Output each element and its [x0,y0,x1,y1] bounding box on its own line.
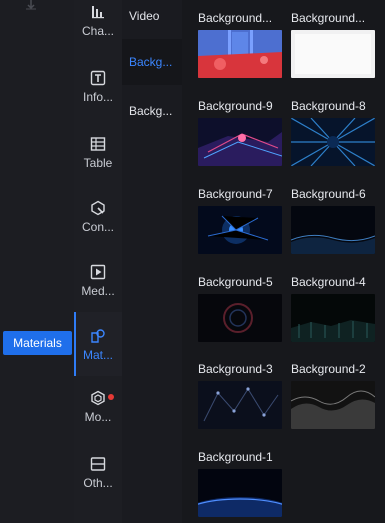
background-grid: Background... Background... Background-9… [182,0,385,523]
background-card[interactable]: Background-6 [291,186,375,254]
category-models[interactable]: Mo... [74,390,122,446]
card-thumbnail [291,294,375,342]
card-title: Background-1 [198,450,273,464]
card-title: Background-8 [291,99,366,113]
category-label: Mo... [84,410,112,424]
category-label: Table [83,156,113,170]
subcategory-backgrounds[interactable]: Backg... [122,39,182,85]
category-materials[interactable]: Mat... [74,312,122,376]
background-card[interactable]: Background-9 [198,98,282,166]
category-table[interactable]: Table [74,136,122,192]
card-title: Background-6 [291,187,366,201]
card-thumbnail [291,206,375,254]
card-thumbnail [198,118,282,166]
card-title: Background-3 [198,362,273,376]
category-controls[interactable]: Con... [74,200,122,256]
subcategory-backgrounds-2[interactable]: Backg... [122,88,182,134]
card-title: Background... [291,11,366,25]
category-label: Oth... [83,476,113,490]
subcategory-nav: Video Backg... Backg... [122,0,182,523]
media-icon [90,264,106,280]
left-rail: Materials [0,0,75,523]
materials-panel: Materials Cha... Info... Table Con... Me… [0,0,385,523]
table-icon [90,136,106,152]
category-info[interactable]: Info... [74,70,122,126]
background-card[interactable]: Background-5 [198,274,282,342]
card-thumbnail [198,294,282,342]
card-title: Background-5 [198,275,273,289]
background-card[interactable]: Background-2 [291,361,375,429]
card-thumbnail [198,30,282,78]
category-charts[interactable]: Cha... [74,4,122,60]
other-icon [90,456,106,472]
card-title: Background-4 [291,275,366,289]
materials-tooltip: Materials [3,331,72,355]
category-label: Mat... [82,348,113,362]
card-title: Background-7 [198,187,273,201]
background-card[interactable]: Background-3 [198,361,282,429]
chart-icon [90,4,106,20]
text-icon [90,70,106,86]
card-thumbnail [198,206,282,254]
card-title: Background-2 [291,362,366,376]
background-card[interactable]: Background-7 [198,186,282,254]
model-icon [90,390,106,406]
card-title: Background... [198,11,273,25]
background-card[interactable]: Background-8 [291,98,375,166]
category-label: Con... [81,220,114,234]
background-card[interactable]: Background-4 [291,274,375,342]
category-others[interactable]: Oth... [74,456,122,512]
card-thumbnail [291,381,375,429]
card-thumbnail [291,30,375,78]
category-label: Med... [81,284,115,298]
card-thumbnail [198,381,282,429]
control-icon [90,200,106,216]
category-label: Info... [82,90,114,104]
notification-dot [108,394,114,400]
subcategory-video[interactable]: Video [122,0,182,39]
card-thumbnail [198,469,282,517]
category-label: Cha... [81,24,114,38]
category-nav: Cha... Info... Table Con... Med... Mat..… [74,0,122,523]
background-card[interactable]: Background-1 [198,449,282,517]
drag-handle-icon[interactable] [22,0,40,12]
background-card[interactable]: Background... [198,10,282,78]
background-card[interactable]: Background... [291,10,375,78]
card-thumbnail [291,118,375,166]
materials-icon [90,328,106,344]
card-title: Background-9 [198,99,273,113]
